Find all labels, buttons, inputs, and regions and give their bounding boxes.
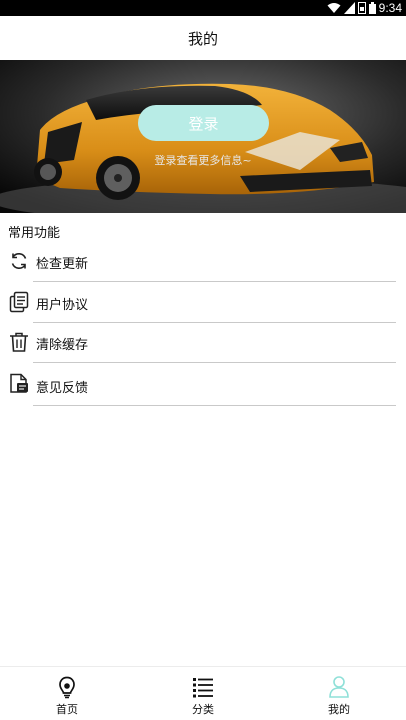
login-button[interactable]: 登录 (138, 105, 269, 141)
list-icon (193, 678, 213, 698)
menu-item-clear-cache[interactable]: 清除缓存 (0, 323, 406, 363)
trash-icon (10, 332, 28, 352)
home-icon (59, 676, 75, 699)
menu-item-check-update[interactable]: 检查更新 (0, 242, 406, 282)
title-bar: 我的 (0, 16, 406, 60)
tab-mine-label: 我的 (328, 703, 350, 716)
tab-home[interactable]: 首页 (27, 667, 107, 720)
menu-label-check-update: 检查更新 (36, 257, 89, 272)
tab-category-label: 分类 (192, 703, 214, 716)
signal-icon (343, 2, 355, 14)
status-bar: 9:34 (0, 0, 406, 16)
menu-label-clear-cache: 清除缓存 (36, 338, 89, 353)
menu-item-user-agreement[interactable]: 用户协议 (0, 283, 406, 323)
menu-label-user-agreement: 用户协议 (36, 298, 89, 313)
user-icon (329, 676, 349, 698)
status-time: 9:34 (378, 1, 402, 15)
sim-icon (357, 2, 366, 14)
document-icon (9, 291, 29, 313)
page-title: 我的 (187, 29, 218, 48)
menu-divider (33, 281, 396, 282)
bottom-tab-bar: 首页 分类 我的 (0, 666, 406, 720)
menu-item-feedback[interactable]: 意见反馈 (0, 364, 406, 404)
menu-label-feedback: 意见反馈 (36, 381, 89, 396)
section-title: 常用功能 (8, 226, 61, 241)
feedback-icon (10, 373, 28, 393)
wifi-icon (327, 3, 341, 13)
profile-banner: 登录 登录查看更多信息~ (0, 60, 406, 213)
refresh-icon (11, 253, 27, 269)
tab-home-label: 首页 (56, 703, 78, 716)
login-hint: 登录查看更多信息~ (154, 154, 252, 167)
tab-category[interactable]: 分类 (163, 667, 243, 720)
status-icons: 9:34 (327, 0, 402, 16)
menu-divider (33, 405, 396, 406)
tab-mine[interactable]: 我的 (299, 667, 379, 720)
battery-icon (368, 2, 376, 14)
menu-divider (33, 362, 396, 363)
